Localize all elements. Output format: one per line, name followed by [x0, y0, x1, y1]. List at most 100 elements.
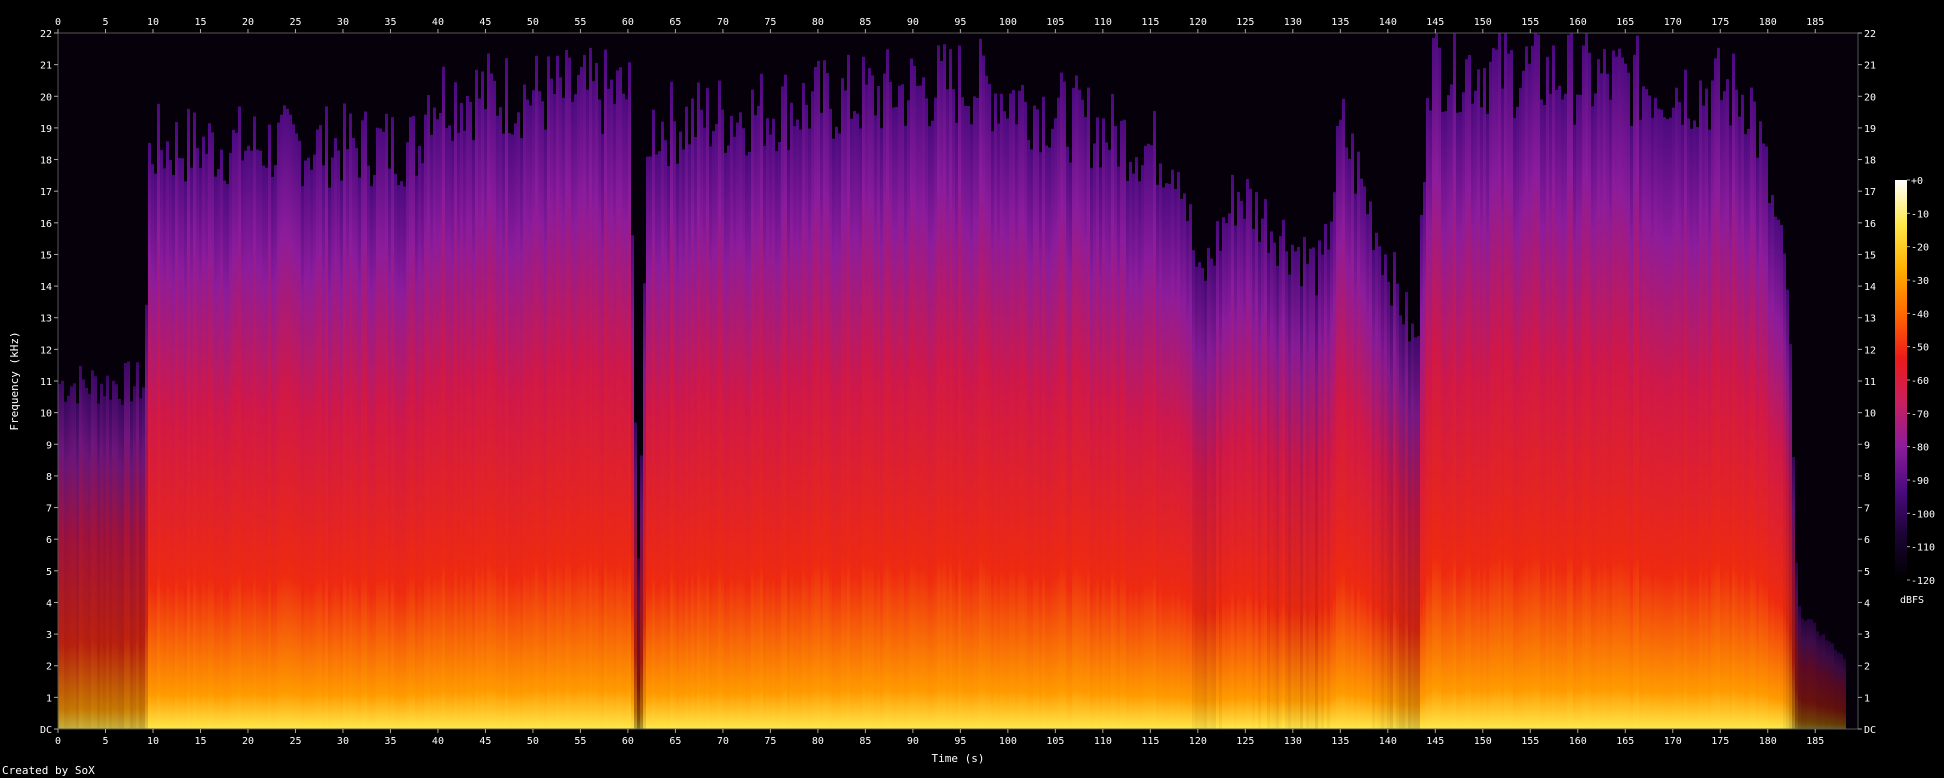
spectrogram-column: [1126, 180, 1129, 730]
spectrogram-column: [448, 125, 451, 729]
spectrogram-column: [196, 147, 199, 729]
spectrogram-column: [955, 122, 958, 730]
y-tick-label-left: 16: [40, 219, 52, 230]
spectrogram-column: [1267, 252, 1270, 729]
spectrogram-column: [1246, 178, 1249, 730]
spectrogram-column: [1606, 73, 1609, 730]
spectrogram-column: [475, 69, 478, 730]
spectrogram-column: [346, 149, 349, 729]
x-tick-label-bottom: 135: [1331, 736, 1349, 747]
spectrogram-column: [1681, 124, 1684, 729]
spectrogram-column: [1339, 119, 1342, 730]
x-tick-label-top: 75: [764, 17, 776, 28]
spectrogram-column: [1738, 116, 1741, 730]
spectrogram-column: [1747, 128, 1750, 729]
spectrogram-column: [85, 387, 88, 729]
spectrogram-column: [1744, 134, 1747, 730]
spectrogram-column: [547, 56, 550, 730]
spectrogram-column: [1753, 101, 1756, 729]
spectrogram-column: [370, 186, 373, 730]
x-tick-label-top: 145: [1426, 17, 1444, 28]
spectrogram-column: [760, 73, 763, 729]
spectrogram-column: [277, 122, 280, 730]
spectrogram-column: [307, 157, 310, 729]
spectrogram-column: [820, 112, 823, 730]
spectrogram-column: [1264, 199, 1267, 729]
spectrogram-column: [1462, 92, 1465, 729]
spectrogram-column: [898, 85, 901, 730]
x-tick-label-top: 35: [384, 17, 396, 28]
spectrogram-column: [967, 106, 970, 729]
spectrogram-column: [604, 49, 607, 729]
y-tick-label-left: 5: [46, 567, 52, 578]
spectrogram-column: [928, 126, 931, 730]
spectrogram-column: [109, 399, 112, 729]
spectrogram-column: [1225, 223, 1228, 729]
x-tick-label-top: 90: [907, 17, 919, 28]
spectrogram-column: [1435, 33, 1438, 729]
spectrogram-column: [1105, 142, 1108, 729]
spectrogram-column: [1705, 88, 1708, 729]
x-tick-label-bottom: 100: [999, 736, 1017, 747]
spectrogram-column: [382, 131, 385, 729]
spectrogram-column: [268, 124, 271, 730]
spectrogram-column: [1672, 107, 1675, 729]
spectrogram-column: [1552, 45, 1555, 730]
spectrogram-column: [376, 127, 379, 730]
spectrogram-column: [838, 133, 841, 730]
spectrogram-column: [1816, 631, 1819, 729]
spectrogram-column: [1348, 158, 1351, 729]
spectrogram-column: [1450, 84, 1453, 730]
y-tick-label-left: 21: [40, 61, 52, 72]
x-tick-label-top: 15: [194, 17, 206, 28]
spectrogram-column: [1765, 146, 1768, 730]
spectrogram-column: [1741, 94, 1744, 729]
x-tick-label-top: 105: [1046, 17, 1064, 28]
spectrogram-column: [658, 151, 661, 729]
spectrogram-column: [775, 151, 778, 730]
y-tick-label-right: 20: [1864, 92, 1876, 103]
spectrogram-column: [1663, 117, 1666, 729]
spectrogram-column: [1621, 57, 1624, 729]
spectrogram-column: [1300, 286, 1303, 729]
spectrogram-column: [313, 154, 316, 729]
spectrogram-column: [262, 165, 265, 730]
y-tick-label-right: 6: [1864, 535, 1870, 546]
spectrogram-column: [1531, 45, 1534, 730]
spectrogram-column: [121, 404, 124, 729]
spectrogram-column: [1411, 323, 1414, 729]
colorbar-tick-label: -120: [1911, 576, 1935, 587]
x-tick-label-top: 0: [55, 17, 61, 28]
spectrogram-column: [1147, 143, 1150, 729]
spectrogram-column: [793, 126, 796, 730]
spectrogram-column: [1549, 93, 1552, 729]
x-tick-label-bottom: 35: [384, 736, 396, 747]
spectrogram-column: [103, 396, 106, 729]
spectrogram-column: [1048, 147, 1051, 729]
spectrogram-column: [673, 121, 676, 729]
spectrogram-column: [1768, 203, 1771, 729]
spectrogram-column: [1759, 121, 1762, 730]
spectrogram-column: [181, 158, 184, 730]
spectrogram-column: [1684, 69, 1687, 729]
spectrogram-column: [1630, 125, 1633, 730]
colorbar-tick-label: -90: [1911, 476, 1929, 487]
colorbar-tick-label: -50: [1911, 343, 1929, 354]
spectrogram-column: [1372, 250, 1375, 730]
spectrogram-column: [1078, 89, 1081, 730]
colorbar-label: dBFS: [1900, 595, 1924, 606]
x-tick-label-bottom: 180: [1759, 736, 1777, 747]
spectrogram-column: [1687, 118, 1690, 729]
x-tick-label-bottom: 0: [55, 736, 61, 747]
spectrogram-column: [157, 103, 160, 730]
spectrogram-column: [733, 136, 736, 730]
spectrogram-column: [1366, 214, 1369, 729]
spectrogram-column: [526, 99, 529, 729]
y-tick-label-left: 13: [40, 314, 52, 325]
spectrogram-column: [1732, 53, 1735, 730]
spectrogram-column: [505, 58, 508, 730]
spectrogram-column: [1000, 93, 1003, 730]
spectrogram-column: [1708, 129, 1711, 729]
spectrogram-column: [496, 115, 499, 729]
spectrogram-column: [76, 403, 79, 729]
